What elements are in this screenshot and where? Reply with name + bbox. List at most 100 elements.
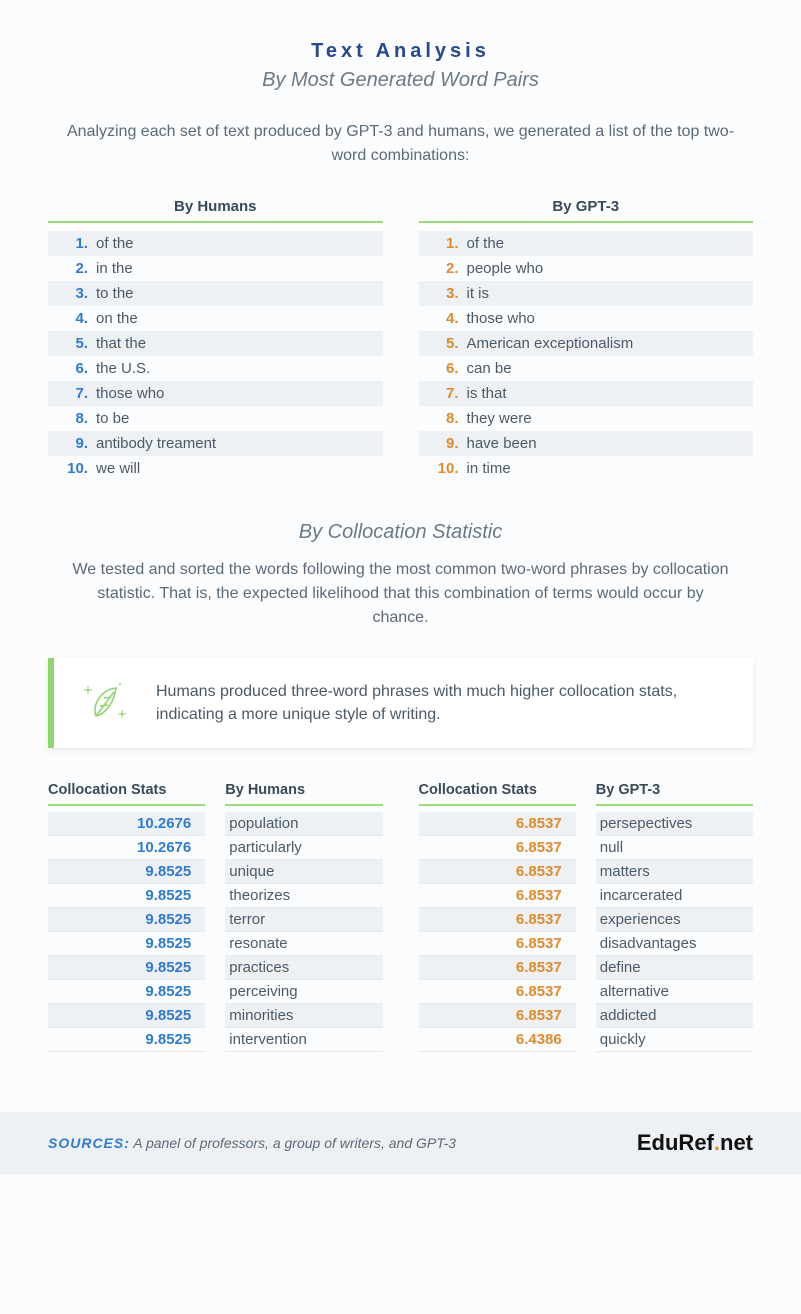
- collocation-word: terror: [225, 908, 382, 932]
- column-heading: By Humans: [225, 782, 382, 806]
- collocation-stat: 6.8537: [419, 932, 576, 956]
- list-item: 4.on the: [48, 306, 383, 331]
- list-item: 6.the U.S.: [48, 356, 383, 381]
- collocation-word: experiences: [596, 908, 753, 932]
- pair-text: to the: [96, 285, 134, 302]
- collocation-word: incarcerated: [596, 884, 753, 908]
- collocation-humans-block: Collocation Stats 10.267610.26769.85259.…: [48, 782, 383, 1052]
- word-pairs-gpt3: By GPT-3 1.of the2.people who3.it is4.th…: [419, 198, 754, 481]
- pair-text: have been: [467, 435, 537, 452]
- list-item: 8.they were: [419, 406, 754, 431]
- pair-text: on the: [96, 310, 138, 327]
- collocation-stat: 9.8525: [48, 908, 205, 932]
- collocation-word: resonate: [225, 932, 382, 956]
- rank-number: 8.: [419, 410, 467, 427]
- pair-text: antibody treament: [96, 435, 216, 452]
- pair-text: can be: [467, 360, 512, 377]
- collocation-word: particularly: [225, 836, 382, 860]
- collocation-stat: 9.8525: [48, 932, 205, 956]
- collocation-stat: 6.8537: [419, 908, 576, 932]
- list-item: 9.antibody treament: [48, 431, 383, 456]
- pair-text: those who: [467, 310, 535, 327]
- rank-number: 6.: [419, 360, 467, 377]
- pair-text: in the: [96, 260, 133, 277]
- collocation-word: null: [596, 836, 753, 860]
- sources-text: SOURCES: A panel of professors, a group …: [48, 1135, 456, 1151]
- collocation-stat: 9.8525: [48, 956, 205, 980]
- pair-text: is that: [467, 385, 507, 402]
- collocation-word: persepectives: [596, 812, 753, 836]
- column-heading: By Humans: [48, 198, 383, 223]
- collocation-word: intervention: [225, 1028, 382, 1052]
- collocation-stat: 9.8525: [48, 1028, 205, 1052]
- column-heading: Collocation Stats: [419, 782, 576, 806]
- rank-number: 3.: [48, 285, 96, 302]
- pair-text: those who: [96, 385, 164, 402]
- list-item: 7.is that: [419, 381, 754, 406]
- section-subtitle: By Collocation Statistic: [48, 521, 753, 544]
- rank-number: 7.: [48, 385, 96, 402]
- pair-text: people who: [467, 260, 544, 277]
- pair-text: of the: [96, 235, 134, 252]
- rank-number: 1.: [419, 235, 467, 252]
- column-heading: Collocation Stats: [48, 782, 205, 806]
- rank-number: 6.: [48, 360, 96, 377]
- collocation-stat: 6.4386: [419, 1028, 576, 1052]
- sources-label: SOURCES:: [48, 1135, 130, 1151]
- collocation-stat: 6.8537: [419, 836, 576, 860]
- pair-text: that the: [96, 335, 146, 352]
- pair-text: in time: [467, 460, 511, 477]
- collocation-stat: 6.8537: [419, 956, 576, 980]
- collocation-grid: Collocation Stats 10.267610.26769.85259.…: [48, 782, 753, 1052]
- list-item: 10.in time: [419, 456, 754, 481]
- collocation-word: perceiving: [225, 980, 382, 1004]
- callout-box: Humans produced three-word phrases with …: [48, 658, 753, 748]
- page-title: Text Analysis: [48, 40, 753, 63]
- list-item: 3.it is: [419, 281, 754, 306]
- collocation-stat: 10.2676: [48, 836, 205, 860]
- column-heading: By GPT-3: [596, 782, 753, 806]
- list-item: 2.people who: [419, 256, 754, 281]
- pair-text: American exceptionalism: [467, 335, 634, 352]
- rank-number: 9.: [419, 435, 467, 452]
- word-pairs-humans: By Humans 1.of the2.in the3.to the4.on t…: [48, 198, 383, 481]
- list-item: 4.those who: [419, 306, 754, 331]
- list-item: 8.to be: [48, 406, 383, 431]
- collocation-stat: 6.8537: [419, 860, 576, 884]
- rank-number: 1.: [48, 235, 96, 252]
- list-item: 3.to the: [48, 281, 383, 306]
- list-item: 6.can be: [419, 356, 754, 381]
- pair-text: the U.S.: [96, 360, 150, 377]
- intro-text: Analyzing each set of text produced by G…: [58, 120, 743, 168]
- list-item: 5.American exceptionalism: [419, 331, 754, 356]
- list-item: 7.those who: [48, 381, 383, 406]
- collocation-word: practices: [225, 956, 382, 980]
- list-item: 1.of the: [419, 231, 754, 256]
- brand-name: EduRef: [637, 1130, 714, 1155]
- collocation-word: define: [596, 956, 753, 980]
- feather-icon: [78, 676, 132, 730]
- rank-number: 4.: [48, 310, 96, 327]
- collocation-gpt3-block: Collocation Stats 6.85376.85376.85376.85…: [419, 782, 754, 1052]
- collocation-word: alternative: [596, 980, 753, 1004]
- pair-text: of the: [467, 235, 505, 252]
- list-item: 5.that the: [48, 331, 383, 356]
- list-item: 9.have been: [419, 431, 754, 456]
- collocation-stat: 9.8525: [48, 860, 205, 884]
- word-pairs-grid: By Humans 1.of the2.in the3.to the4.on t…: [48, 198, 753, 481]
- list-item: 10.we will: [48, 456, 383, 481]
- collocation-stat: 9.8525: [48, 1004, 205, 1028]
- collocation-word: theorizes: [225, 884, 382, 908]
- rank-number: 4.: [419, 310, 467, 327]
- collocation-stat: 9.8525: [48, 980, 205, 1004]
- rank-number: 7.: [419, 385, 467, 402]
- rank-number: 5.: [48, 335, 96, 352]
- list-item: 1.of the: [48, 231, 383, 256]
- pair-text: we will: [96, 460, 140, 477]
- collocation-word: matters: [596, 860, 753, 884]
- collocation-word: disadvantages: [596, 932, 753, 956]
- rank-number: 10.: [48, 460, 96, 477]
- collocation-word: quickly: [596, 1028, 753, 1052]
- section-description: We tested and sorted the words following…: [68, 558, 733, 630]
- collocation-word: population: [225, 812, 382, 836]
